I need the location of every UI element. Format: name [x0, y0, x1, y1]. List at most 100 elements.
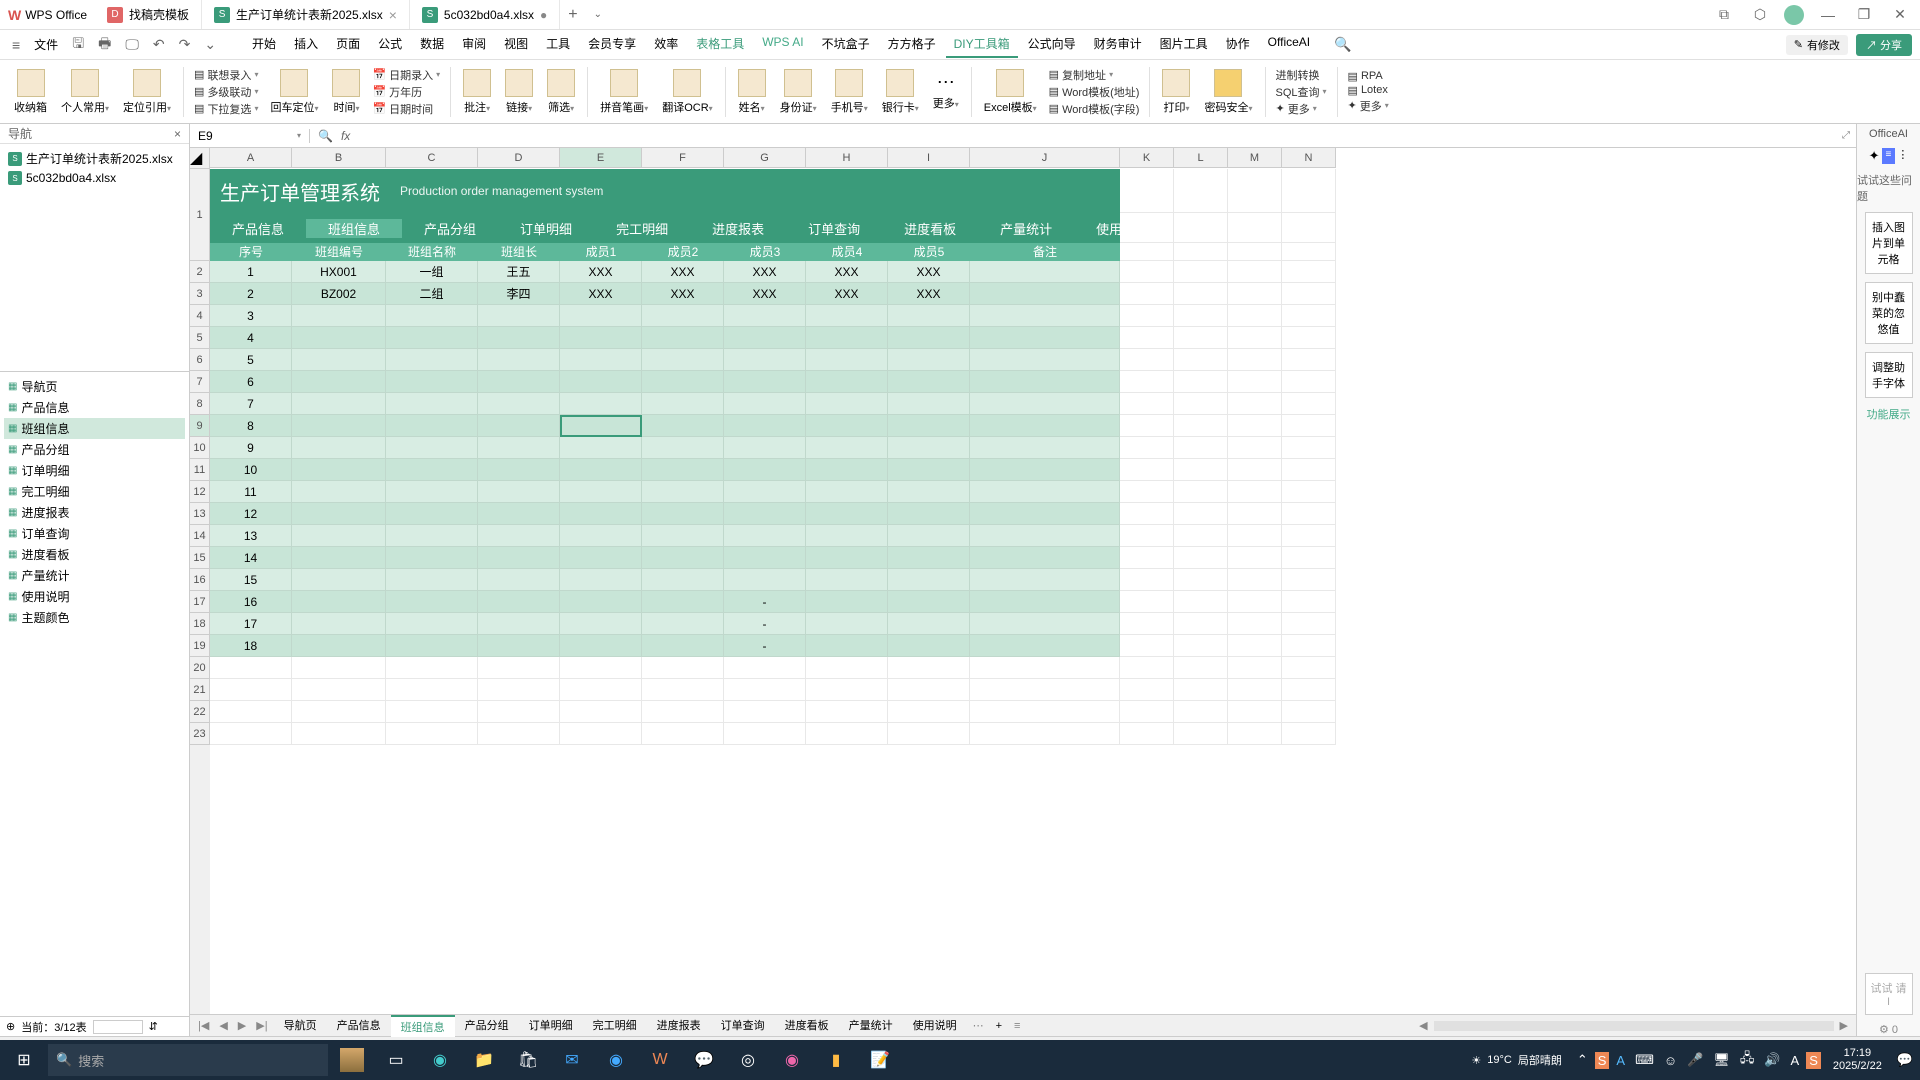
cell[interactable] [560, 635, 642, 657]
col-header-C[interactable]: C [386, 148, 478, 167]
cell[interactable] [642, 591, 724, 613]
cell[interactable]: XXX [560, 283, 642, 305]
cell[interactable] [386, 635, 478, 657]
ribbon-more3[interactable]: ✦ 更多 ▾ [1348, 98, 1389, 114]
tab-file-2[interactable]: S 5c032bd0a4.xlsx ● [410, 0, 560, 29]
menu-tab-方方格子[interactable]: 方方格子 [880, 31, 944, 58]
cell[interactable] [724, 459, 806, 481]
ribbon-ocr[interactable]: 翻译OCR▾ [656, 69, 718, 115]
cell[interactable] [806, 481, 888, 503]
explorer-icon[interactable]: 📁 [464, 1040, 504, 1080]
cell[interactable]: XXX [806, 283, 888, 305]
cell[interactable]: XXX [888, 261, 970, 283]
cell[interactable] [970, 371, 1120, 393]
cell[interactable] [386, 327, 478, 349]
cell[interactable] [724, 525, 806, 547]
task-view-icon[interactable]: ▭ [376, 1040, 416, 1080]
cell[interactable] [478, 569, 560, 591]
cell[interactable]: 17 [210, 613, 292, 635]
ribbon-enter[interactable]: 回车定位▾ [264, 69, 324, 115]
cell[interactable] [724, 327, 806, 349]
nav-tab-产量统计[interactable]: 产量统计 [978, 219, 1074, 238]
close-icon[interactable]: ✕ [1888, 3, 1912, 27]
nav-sheet-item[interactable]: ▦班组信息 [4, 418, 185, 439]
row-header[interactable]: 7 [190, 371, 210, 393]
cell[interactable] [724, 481, 806, 503]
ribbon-storage[interactable]: 收纳箱 [8, 69, 53, 115]
app-icon-4[interactable]: 📝 [860, 1040, 900, 1080]
ribbon-print[interactable]: 打印▾ [1156, 69, 1196, 115]
cell[interactable]: 14 [210, 547, 292, 569]
col-header-J[interactable]: J [970, 148, 1120, 167]
cell[interactable] [806, 459, 888, 481]
cell[interactable] [292, 547, 386, 569]
prev-icon[interactable]: ◀ [215, 1019, 231, 1032]
ribbon-more2[interactable]: ✦ 更多 ▾ [1276, 101, 1327, 117]
first-icon[interactable]: |◀ [194, 1019, 213, 1032]
tray-lang-icon[interactable]: A [1788, 1053, 1803, 1068]
ribbon-name[interactable]: 姓名▾ [732, 69, 772, 115]
cell[interactable] [478, 613, 560, 635]
cell[interactable] [642, 349, 724, 371]
tray-ime-icon[interactable]: ⌨ [1632, 1052, 1657, 1068]
cell[interactable]: 18 [210, 635, 292, 657]
chevron-down-icon[interactable]: ▾ [297, 131, 301, 140]
rp-input[interactable]: 试试 请I [1865, 973, 1913, 1015]
nav-sheet-item[interactable]: ▦产量统计 [4, 565, 185, 586]
cell[interactable] [970, 261, 1120, 283]
close-icon[interactable]: × [389, 7, 397, 23]
cell[interactable] [478, 503, 560, 525]
ribbon-link[interactable]: 链接▾ [499, 69, 539, 115]
ribbon-rpa[interactable]: ▤ RPA [1348, 70, 1389, 83]
app-icon-2[interactable]: ◉ [772, 1040, 812, 1080]
cell[interactable] [560, 459, 642, 481]
col-header-D[interactable]: D [478, 148, 560, 167]
col-header-L[interactable]: L [1174, 148, 1228, 167]
cell[interactable] [478, 547, 560, 569]
cell[interactable] [386, 569, 478, 591]
menu-tab-页面[interactable]: 页面 [328, 31, 368, 58]
menu-tab-WPS AI[interactable]: WPS AI [754, 31, 811, 58]
cell[interactable] [560, 591, 642, 613]
menu-tab-公式[interactable]: 公式 [370, 31, 410, 58]
nav-sheet-item[interactable]: ▦进度报表 [4, 502, 185, 523]
col-header-N[interactable]: N [1282, 148, 1336, 167]
nav-file[interactable]: S生产订单统计表新2025.xlsx [4, 148, 185, 169]
nav-sheet-item[interactable]: ▦使用说明 [4, 586, 185, 607]
cell[interactable] [888, 327, 970, 349]
tray-net-icon[interactable]: 🖧 [1737, 1049, 1758, 1071]
menu-tab-数据[interactable]: 数据 [412, 31, 452, 58]
cell[interactable]: 一组 [386, 261, 478, 283]
edit-status[interactable]: ✎ 有修改 [1786, 35, 1848, 55]
cell[interactable] [970, 481, 1120, 503]
cell[interactable]: - [724, 635, 806, 657]
cell[interactable] [806, 305, 888, 327]
cell[interactable] [724, 437, 806, 459]
cell[interactable]: 5 [210, 349, 292, 371]
store-icon[interactable]: 🛍 [508, 1040, 548, 1080]
cell[interactable]: 王五 [478, 261, 560, 283]
col-header-M[interactable]: M [1228, 148, 1282, 167]
sheet-tab-完工明细[interactable]: 完工明细 [583, 1015, 647, 1037]
sheet-tab-产量统计[interactable]: 产量统计 [839, 1015, 903, 1037]
cell[interactable] [806, 569, 888, 591]
search-icon[interactable]: 🔍 [318, 129, 333, 143]
tray-sogou-icon[interactable]: S [1595, 1052, 1610, 1069]
sheet-tab-订单查询[interactable]: 订单查询 [711, 1015, 775, 1037]
cell[interactable] [806, 437, 888, 459]
col-header-K[interactable]: K [1120, 148, 1174, 167]
nav-tab-班组信息[interactable]: 班组信息 [306, 219, 402, 238]
ai-more-icon[interactable]: ⋮ [1897, 148, 1908, 164]
fx-icon[interactable]: fx [341, 129, 350, 143]
menu-tab-会员专享[interactable]: 会员专享 [580, 31, 644, 58]
cell[interactable] [888, 371, 970, 393]
tab-menu-button[interactable]: ⌄ [586, 9, 610, 20]
cell[interactable] [806, 349, 888, 371]
rp-btn-1[interactable]: 插入图片到单元格 [1865, 212, 1913, 274]
ribbon-more1[interactable]: ⋯更多▾ [927, 72, 965, 111]
cell[interactable] [642, 305, 724, 327]
cell[interactable] [970, 349, 1120, 371]
cell[interactable] [386, 437, 478, 459]
cell[interactable]: 15 [210, 569, 292, 591]
cell[interactable]: 李四 [478, 283, 560, 305]
